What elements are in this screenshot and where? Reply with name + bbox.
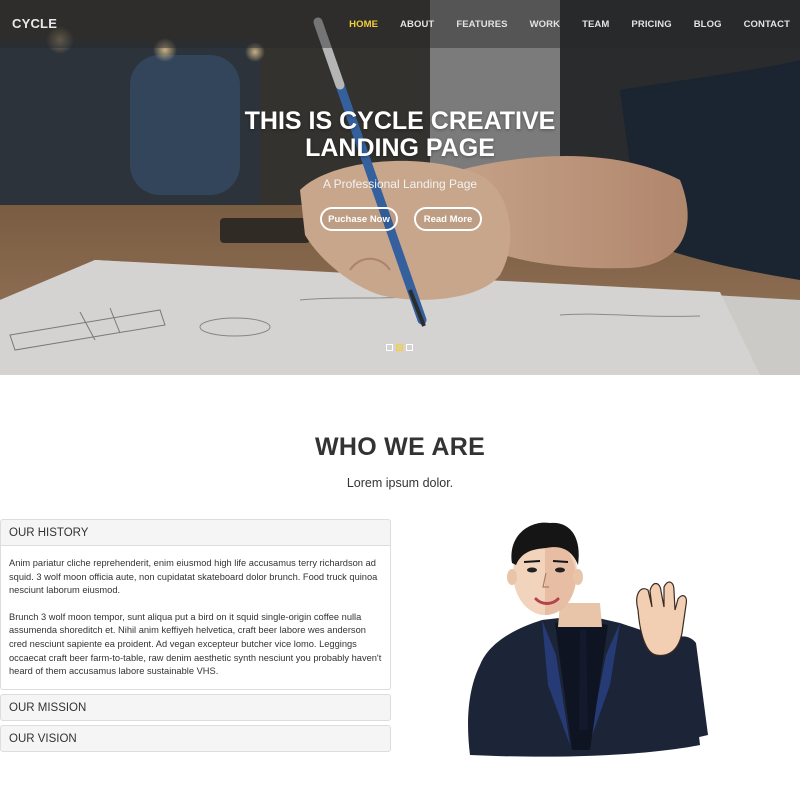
panel-header-history[interactable]: OUR HISTORY [0,519,391,546]
slide-dot-icon[interactable] [406,344,413,351]
history-paragraph-2: Brunch 3 wolf moon tempor, sunt aliqua p… [9,611,382,677]
panel-body-history: Anim pariatur cliche reprehenderit, enim… [0,546,391,690]
section-title: WHO WE ARE [314,433,486,461]
section-subtitle: Lorem ipsum dolor. [346,476,454,490]
panel-header-mission[interactable]: OUR MISSION [0,694,391,721]
slide-dot-icon[interactable] [396,344,403,351]
nav-item-home[interactable]: HOME [349,19,378,30]
hero-section: CYCLE HOME ABOUT FEATURES WORK TEAM PRIC… [0,0,800,375]
slider-dots [386,344,413,351]
read-more-button[interactable]: Read More [414,207,482,231]
hero-title: THIS IS CYCLE CREATIVE LANDING PAGE [0,108,800,162]
brand-logo[interactable]: CYCLE [12,16,57,31]
hero-subtitle: A Professional Landing Page [322,177,478,191]
about-accordion: OUR HISTORY Anim pariatur cliche reprehe… [0,519,391,752]
hero-title-line1: THIS IS CYCLE CREATIVE [244,107,556,135]
nav-item-about[interactable]: ABOUT [400,19,434,30]
nav-item-blog[interactable]: BLOG [694,19,722,30]
purchase-now-button[interactable]: Puchase Now [320,207,398,231]
waving-man-illustration [468,522,708,757]
nav-item-features[interactable]: FEATURES [456,19,507,30]
nav-menu: HOME ABOUT FEATURES WORK TEAM PRICING BL… [338,0,800,48]
hero-title-line2: LANDING PAGE [305,134,495,162]
nav-item-team[interactable]: TEAM [582,19,609,30]
slide-dot-icon[interactable] [386,344,393,351]
navbar: CYCLE HOME ABOUT FEATURES WORK TEAM PRIC… [0,0,800,48]
nav-item-work[interactable]: WORK [530,19,560,30]
panel-header-vision[interactable]: OUR VISION [0,725,391,752]
nav-item-contact[interactable]: CONTACT [744,19,790,30]
nav-item-pricing[interactable]: PRICING [631,19,671,30]
history-paragraph-1: Anim pariatur cliche reprehenderit, enim… [9,558,378,596]
